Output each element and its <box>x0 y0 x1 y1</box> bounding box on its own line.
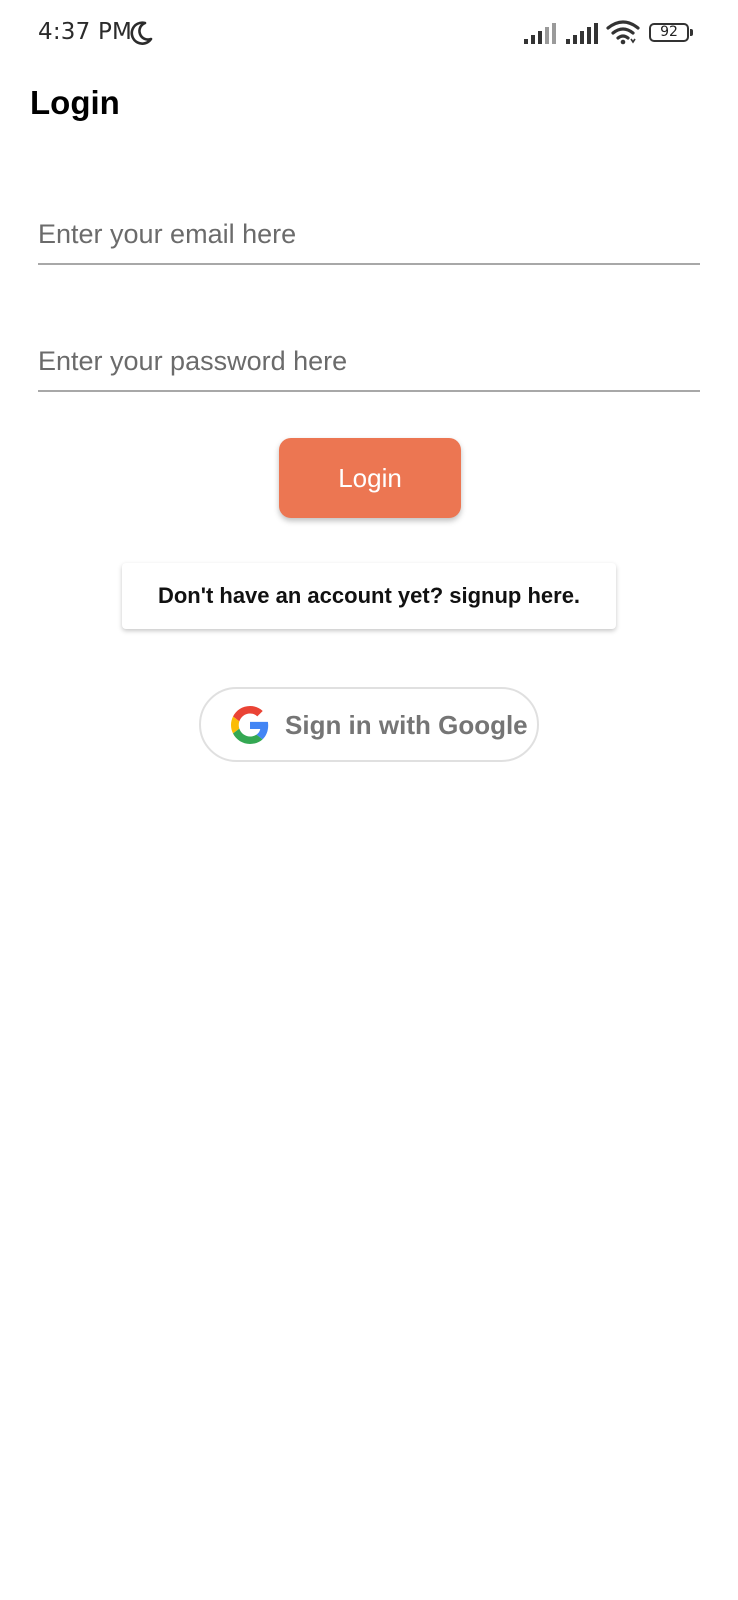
status-time: 4:37 PM <box>38 19 133 45</box>
email-field[interactable] <box>38 205 700 265</box>
google-sign-in-button[interactable]: Sign in with Google <box>199 687 539 762</box>
battery-level: 92 <box>660 24 678 40</box>
login-button[interactable]: Login <box>279 438 461 518</box>
signal-icon <box>524 23 556 44</box>
signup-link-button[interactable]: Don't have an account yet? signup here. <box>122 563 616 629</box>
google-icon <box>231 706 269 744</box>
moon-icon <box>130 21 153 45</box>
page-title: Login <box>30 84 120 121</box>
login-screen: 4:37 PM 92 Login Enter your email here L… <box>0 0 738 1600</box>
battery-icon: 92 <box>649 23 693 42</box>
google-sign-in-label: Sign in with Google <box>285 710 528 740</box>
password-field[interactable] <box>38 332 700 392</box>
status-bar: 4:37 PM 92 <box>0 0 738 66</box>
wifi-icon <box>606 20 640 45</box>
signal-icon <box>566 23 598 44</box>
